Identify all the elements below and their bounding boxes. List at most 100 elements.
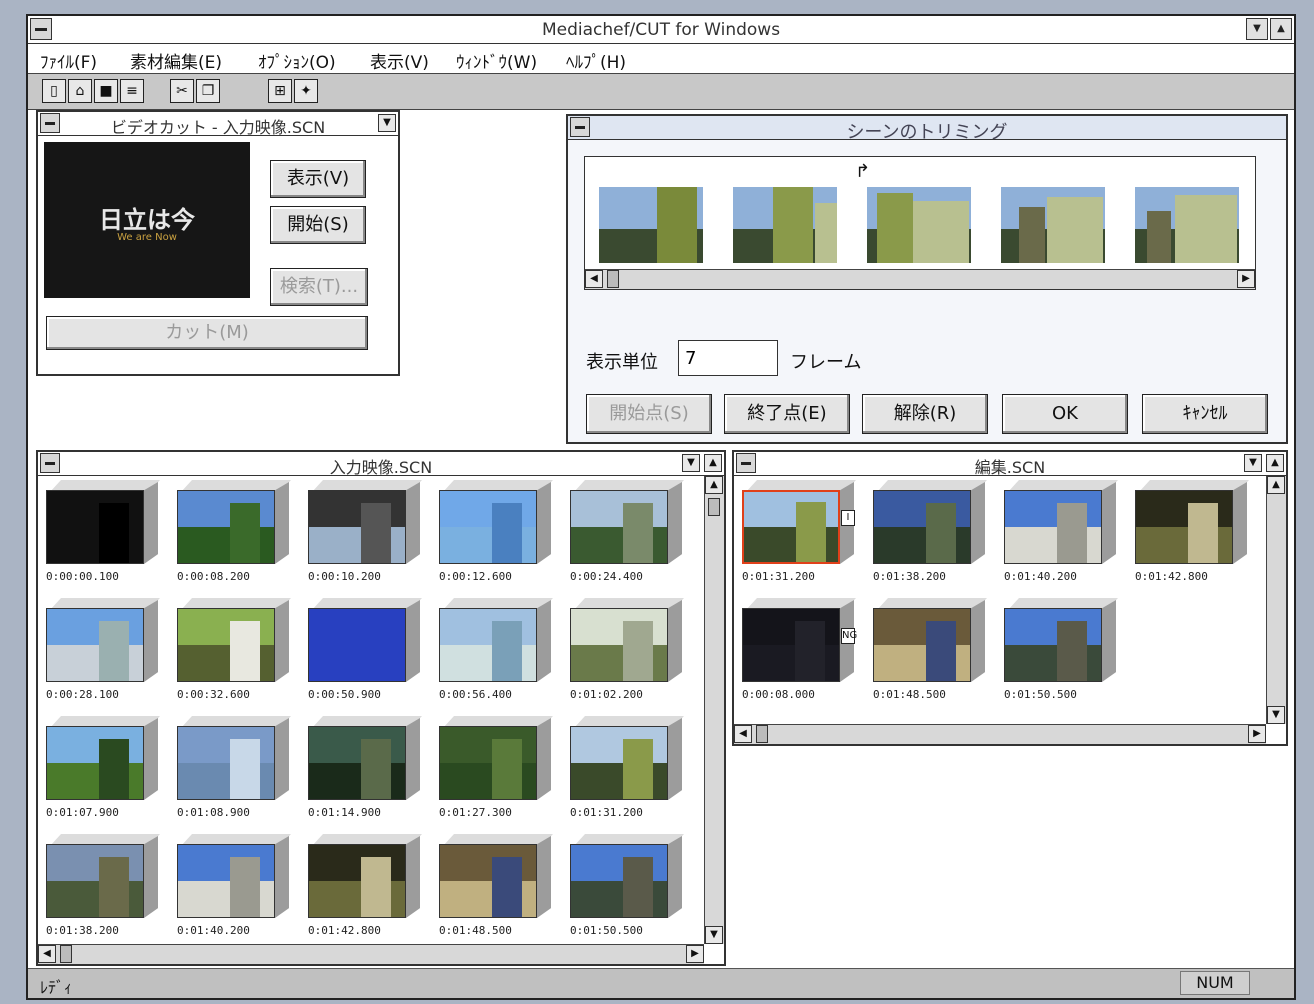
scroll-right-icon[interactable]: ▶ — [1248, 725, 1266, 743]
menu-material-edit[interactable]: 素材編集(E) — [130, 48, 222, 73]
frame-strip-scrollbar[interactable]: ◀ ▶ — [585, 269, 1255, 289]
show-button[interactable]: 表示(V) — [270, 160, 366, 198]
frame-thumbnail[interactable] — [1135, 187, 1239, 263]
clip-thumbnail[interactable]: 0:00:08.200 — [177, 480, 295, 588]
clip-thumbnail[interactable]: 0:01:42.800 — [1135, 480, 1253, 588]
scroll-left-icon[interactable]: ◀ — [734, 725, 752, 743]
chevron-down-icon[interactable]: ▼ — [378, 114, 396, 132]
clip-thumbnail[interactable]: 0:00:12.600 — [439, 480, 557, 588]
menu-help[interactable]: ﾍﾙﾌﾟ(H) — [566, 48, 626, 73]
video-preview: 日立は今 We are Now — [44, 142, 250, 298]
clip-thumbnail[interactable]: 0:00:24.400 — [570, 480, 688, 588]
open-icon[interactable]: ⌂ — [68, 79, 92, 103]
scene-icon[interactable]: ⊞ — [268, 79, 292, 103]
release-button[interactable]: 解除(R) — [862, 394, 988, 434]
minimize-icon[interactable]: ▼ — [1244, 454, 1262, 472]
frame-thumbnail[interactable] — [733, 187, 837, 263]
clip-timecode: 0:01:38.200 — [873, 570, 946, 583]
scroll-thumb[interactable] — [607, 270, 619, 288]
start-button[interactable]: 開始(S) — [270, 206, 366, 244]
clip-thumbnail[interactable]: 0:00:50.900 — [308, 598, 426, 706]
scroll-down-icon[interactable]: ▼ — [1267, 706, 1285, 724]
menu-bar: ﾌｧｲﾙ(F) 素材編集(E) ｵﾌﾟｼｮﾝ(O) 表示(V) ｳｨﾝﾄﾞｳ(W… — [28, 44, 1294, 74]
scroll-left-icon[interactable]: ◀ — [38, 945, 56, 963]
minimize-button[interactable]: ▼ — [1246, 18, 1268, 40]
clip-thumbnail[interactable]: 0:00:32.600 — [177, 598, 295, 706]
clip-thumbnail[interactable]: 0:00:28.100 — [46, 598, 164, 706]
clip-timecode: 0:01:08.900 — [177, 806, 250, 819]
clip-thumbnail[interactable]: 0:01:40.200 — [1004, 480, 1122, 588]
scroll-right-icon[interactable]: ▶ — [686, 945, 704, 963]
vertical-scrollbar[interactable]: ▲ ▼ — [1266, 476, 1286, 724]
scroll-down-icon[interactable]: ▼ — [705, 926, 723, 944]
horizontal-scrollbar[interactable]: ◀ ▶ — [734, 724, 1266, 744]
frame-thumbnail[interactable] — [1001, 187, 1105, 263]
scroll-thumb[interactable] — [756, 725, 768, 743]
maximize-icon[interactable]: ▲ — [1266, 454, 1284, 472]
clip-thumbnail[interactable]: 0:00:08.000 NG — [742, 598, 860, 706]
clip-thumbnail[interactable]: 0:01:27.300 — [439, 716, 557, 824]
settings-icon[interactable]: ✦ — [294, 79, 318, 103]
clip-thumbnail[interactable]: 0:01:38.200 — [46, 834, 164, 942]
scroll-thumb[interactable] — [60, 945, 72, 963]
clip-thumbnail[interactable]: 0:01:48.500 — [439, 834, 557, 942]
horizontal-scrollbar[interactable]: ◀ ▶ — [38, 944, 704, 964]
end-point-button[interactable]: 終了点(E) — [724, 394, 850, 434]
clip-thumbnail[interactable]: 0:01:42.800 — [308, 834, 426, 942]
menu-file[interactable]: ﾌｧｲﾙ(F) — [40, 48, 97, 73]
scroll-up-icon[interactable]: ▲ — [1267, 476, 1285, 494]
scroll-up-icon[interactable]: ▲ — [705, 476, 723, 494]
num-lock-indicator: NUM — [1180, 971, 1250, 995]
vertical-scrollbar[interactable]: ▲ ▼ — [704, 476, 724, 944]
clip-timecode: 0:01:50.500 — [1004, 688, 1077, 701]
clip-thumbnail[interactable]: 0:01:08.900 — [177, 716, 295, 824]
menu-window[interactable]: ｳｨﾝﾄﾞｳ(W) — [456, 48, 537, 73]
mdi-area: ビデオカット - 入力映像.SCN ▼ 日立は今 We are Now 表示(V… — [28, 110, 1294, 968]
copy-icon[interactable]: ❐ — [196, 79, 220, 103]
cut-button[interactable]: カット(M) — [46, 316, 368, 350]
cancel-button[interactable]: ｷｬﾝｾﾙ — [1142, 394, 1268, 434]
clip-timecode: 0:01:31.200 — [570, 806, 643, 819]
clip-thumbnail[interactable]: 0:01:31.200 — [570, 716, 688, 824]
save-icon[interactable]: ■ — [94, 79, 118, 103]
clip-thumbnail[interactable]: 0:00:00.100 — [46, 480, 164, 588]
clip-thumbnail[interactable]: 0:01:48.500 — [873, 598, 991, 706]
maximize-button[interactable]: ▲ — [1270, 18, 1292, 40]
clip-thumbnail[interactable]: 0:00:10.200 — [308, 480, 426, 588]
ok-button[interactable]: OK — [1002, 394, 1128, 434]
clip-timecode: 0:00:10.200 — [308, 570, 381, 583]
clip-thumbnail[interactable]: 0:01:50.500 — [1004, 598, 1122, 706]
scroll-thumb[interactable] — [708, 498, 720, 516]
print-icon[interactable]: ≡ — [120, 79, 144, 103]
start-point-button[interactable]: 開始点(S) — [586, 394, 712, 434]
menu-view[interactable]: 表示(V) — [370, 48, 429, 73]
new-icon[interactable]: ▯ — [42, 79, 66, 103]
scroll-right-icon[interactable]: ▶ — [1237, 270, 1255, 288]
scroll-left-icon[interactable]: ◀ — [585, 270, 603, 288]
frame-thumbnail[interactable] — [867, 187, 971, 263]
clip-thumbnail[interactable]: 0:00:56.400 — [439, 598, 557, 706]
clip-thumbnail[interactable]: 0:01:38.200 — [873, 480, 991, 588]
clip-thumbnail[interactable]: 0:01:40.200 — [177, 834, 295, 942]
unit-label: 表示単位 — [586, 352, 658, 373]
window-title: 編集.SCN — [974, 458, 1046, 477]
status-text: ﾚﾃﾞｨ — [40, 978, 73, 997]
maximize-icon[interactable]: ▲ — [704, 454, 722, 472]
clip-thumbnail[interactable]: 0:01:50.500 — [570, 834, 688, 942]
menu-option[interactable]: ｵﾌﾟｼｮﾝ(O) — [258, 48, 336, 73]
dialog-title: シーンのトリミング — [846, 122, 1008, 143]
clip-thumbnail[interactable]: 0:01:02.200 — [570, 598, 688, 706]
cut-icon[interactable]: ✂ — [170, 79, 194, 103]
status-bar: ﾚﾃﾞｨ NUM — [28, 968, 1294, 998]
clip-thumbnail[interactable]: 0:01:14.900 — [308, 716, 426, 824]
minimize-icon[interactable]: ▼ — [682, 454, 700, 472]
clip-thumbnail[interactable]: 0:01:07.900 — [46, 716, 164, 824]
clip-timecode: 0:01:27.300 — [439, 806, 512, 819]
clip-thumbnail[interactable]: 0:01:31.200 I — [742, 480, 860, 588]
ng-marker: NG — [841, 628, 857, 644]
toolbar: ▯ ⌂ ■ ≡ ✂ ❐ ⊞ ✦ — [28, 74, 1294, 110]
unit-input[interactable] — [678, 340, 778, 376]
detect-button[interactable]: 検索(T)... — [270, 268, 368, 306]
clip-timecode: 0:01:31.200 — [742, 570, 815, 583]
frame-thumbnail[interactable] — [599, 187, 703, 263]
